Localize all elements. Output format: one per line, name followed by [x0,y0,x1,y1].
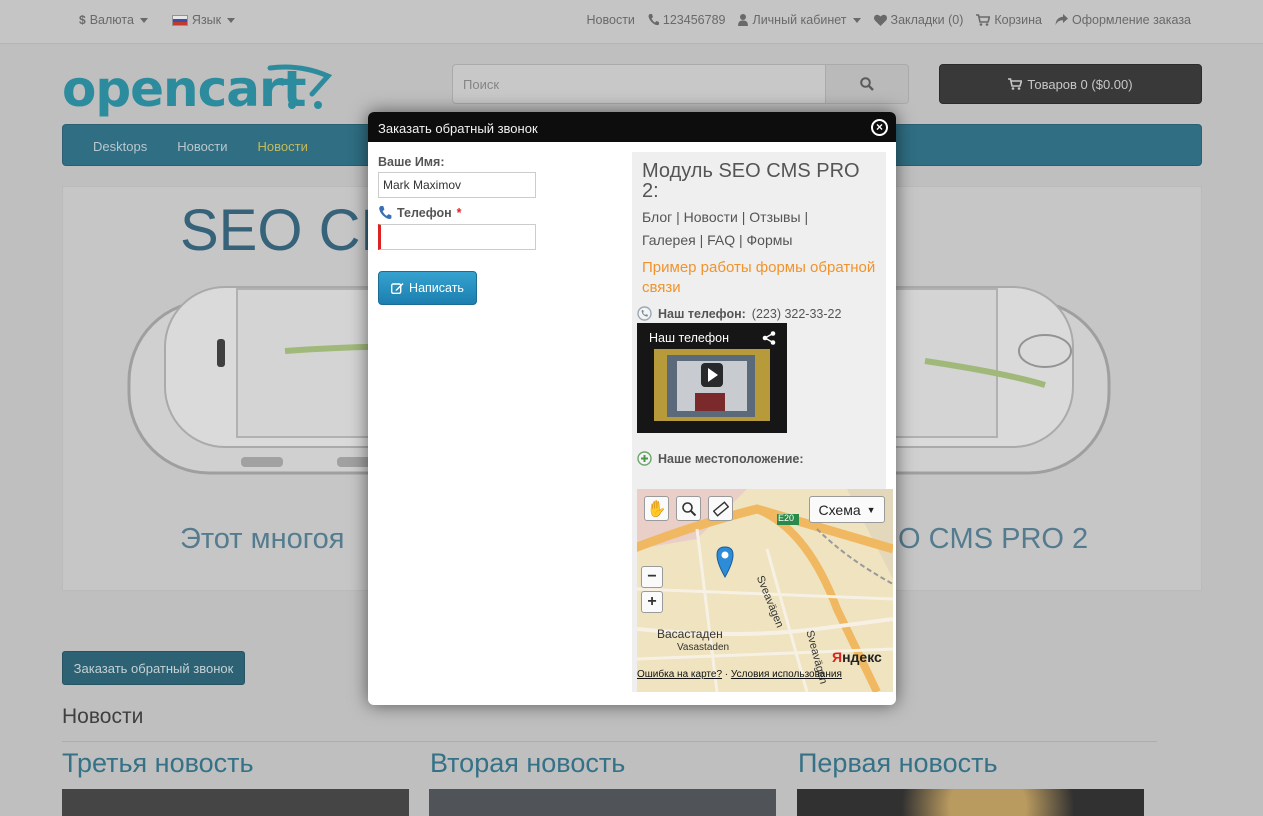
plus-circle-icon [637,451,652,466]
edit-icon [391,283,404,294]
brand-rest: ндекс [842,649,882,665]
hand-icon[interactable]: ✋ [644,496,669,521]
map-terms-link[interactable]: Условия использования [731,669,842,680]
our-phone-value: (223) 322-33-22 [751,306,842,321]
modal-header: Заказать обратный звонок × [368,112,896,142]
side-panel: Модуль SEO CMS PRO 2: Блог | Новости | О… [632,152,893,692]
phone-circle-icon [637,306,652,321]
district-label-ru: Васастаден [657,627,723,641]
yandex-logo[interactable]: Яндекс [832,649,882,665]
map-footer: Ошибка на карте? · Условия использования [637,669,893,680]
our-location-label: Наше местоположение: [658,451,804,466]
share-icon[interactable] [762,331,776,345]
map-type-select[interactable]: Схема ▼ [809,496,885,523]
zoom-area-icon[interactable] [676,496,701,521]
zoom-in-button[interactable]: + [641,591,663,613]
map-type-label: Схема [818,501,861,518]
side-title: Модуль SEO CMS PRO 2: [642,160,860,202]
modal-title: Заказать обратный звонок [378,121,538,136]
side-links-line[interactable]: Блог | Новости | Отзывы | [642,206,877,229]
submit-label: Написать [409,281,464,295]
phone-label-text: Телефон [397,206,452,220]
phone-field[interactable] [378,224,536,250]
yandex-map[interactable]: ✋ Схема ▼ − + E20 Sveavägen Sveavägen Ва… [637,489,893,692]
submit-button[interactable]: Написать [378,271,477,305]
district-label: Vasastaden [677,642,730,653]
name-field[interactable] [378,172,536,198]
video-player[interactable]: Наш телефон [637,323,787,433]
phone-icon [379,206,392,219]
side-links[interactable]: Блог | Новости | Отзывы | Галерея | FAQ … [642,206,877,252]
name-label: Ваше Имя: [378,155,445,169]
example-text: Пример работы формы обратной связи [642,259,876,296]
our-location: Наше местоположение: [637,451,804,466]
name-label-text: Ваше Имя: [378,155,445,169]
road-label: E20 [778,513,795,523]
side-links-line[interactable]: Галерея | FAQ | Формы [642,229,877,252]
close-icon[interactable]: × [871,119,888,136]
map-error-link[interactable]: Ошибка на карте? [637,669,722,680]
our-phone: Наш телефон: (223) 322-33-22 [637,306,841,321]
ruler-glyph [712,500,729,517]
caret-down-icon: ▼ [866,504,876,515]
our-phone-label: Наш телефон: [658,306,746,321]
magnifier-icon [681,501,696,516]
zoom-out-button[interactable]: − [641,566,663,588]
required-mark: * [456,206,462,220]
video-title: Наш телефон [649,331,729,345]
phone-label: Телефон * [378,206,462,220]
callback-modal: Заказать обратный звонок × Ваше Имя: Тел… [368,112,896,705]
ruler-icon[interactable] [708,496,733,521]
brand-first: Я [832,649,843,665]
